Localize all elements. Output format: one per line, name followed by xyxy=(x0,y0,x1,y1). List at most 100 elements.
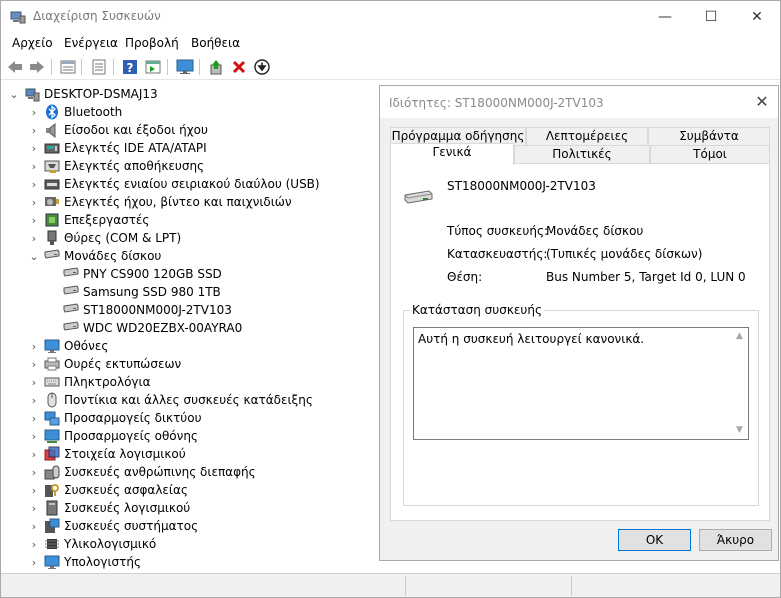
tab-general[interactable]: Γενικά xyxy=(390,143,514,165)
tree-category[interactable]: › Ποντίκια και άλλες συσκευές κατάδειξης xyxy=(29,391,313,409)
processor-icon xyxy=(44,212,60,228)
tab-details[interactable]: Λεπτομέρειες xyxy=(526,127,648,145)
tree-category[interactable]: › Οθόνες xyxy=(29,337,108,355)
back-icon[interactable] xyxy=(6,58,24,76)
tree-category[interactable]: › Συσκευές ασφαλείας xyxy=(29,481,188,499)
expand-arrow-icon[interactable]: › xyxy=(29,448,39,461)
update-driver-icon[interactable] xyxy=(207,58,225,76)
port-icon xyxy=(44,230,60,246)
expand-arrow-icon[interactable]: › xyxy=(29,142,39,155)
properties-view-icon[interactable] xyxy=(59,58,77,76)
tab-volumes[interactable]: Τόμοι xyxy=(650,145,770,163)
maximize-button[interactable]: ☐ xyxy=(688,1,734,32)
tree-category-label: Στοιχεία λογισμικού xyxy=(64,447,186,461)
menu-help[interactable]: Βοήθεια xyxy=(191,36,240,50)
cancel-button[interactable]: Άκυρο xyxy=(699,529,772,551)
tree-category[interactable]: › Προσαρμογείς οθόνης xyxy=(29,427,198,445)
tab-events[interactable]: Συμβάντα xyxy=(648,127,770,145)
expand-arrow-icon[interactable]: › xyxy=(29,160,39,173)
disk-drive-icon xyxy=(63,320,79,336)
tree-category[interactable]: › Υλικολογισμικό xyxy=(29,535,156,553)
tree-category[interactable]: › Ελεγκτές IDE ATA/ATAPI xyxy=(29,139,207,157)
monitor-icon[interactable] xyxy=(176,58,194,76)
tree-category[interactable]: › Υπολογιστής xyxy=(29,553,141,571)
tree-category[interactable]: › Στοιχεία λογισμικού xyxy=(29,445,186,463)
list-icon[interactable] xyxy=(90,58,108,76)
menu-file[interactable]: Αρχείο xyxy=(12,36,53,50)
location-value: Bus Number 5, Target Id 0, LUN 0 xyxy=(546,270,746,284)
ide-controller-icon xyxy=(44,140,60,156)
close-button[interactable]: ✕ xyxy=(734,1,780,32)
device-status-textbox[interactable]: Αυτή η συσκευή λειτουργεί κανονικά. ▲ ▼ xyxy=(413,327,749,440)
collapse-arrow-icon[interactable]: ⌄ xyxy=(29,250,39,263)
tree-root[interactable]: ⌄ DESKTOP-DSMAJ13 xyxy=(9,85,158,103)
expand-arrow-icon[interactable]: › xyxy=(29,484,39,497)
expand-arrow-icon[interactable]: › xyxy=(29,358,39,371)
expand-arrow-icon[interactable]: › xyxy=(29,232,39,245)
tree-device[interactable]: PNY CS900 120GB SSD xyxy=(63,265,222,283)
device-status-label: Κατάσταση συσκευής xyxy=(410,303,544,317)
expand-arrow-icon[interactable]: › xyxy=(29,430,39,443)
tree-category[interactable]: ⌄ Μονάδες δίσκου xyxy=(29,247,161,265)
hid-icon xyxy=(44,464,60,480)
tree-category[interactable]: › Είσοδοι και έξοδοι ήχου xyxy=(29,121,208,139)
toolbar: ? xyxy=(1,54,780,80)
help-icon[interactable]: ? xyxy=(121,58,139,76)
toolbar-separator xyxy=(167,59,168,75)
tree-category[interactable]: › Ελεγκτές ήχου, βίντεο και παιχνιδιών xyxy=(29,193,292,211)
menu-action[interactable]: Ενέργεια xyxy=(64,36,118,50)
minimize-button[interactable]: — xyxy=(642,1,688,32)
expand-arrow-icon[interactable]: › xyxy=(29,538,39,551)
system-device-icon xyxy=(44,518,60,534)
tree-category-label: Είσοδοι και έξοδοι ήχου xyxy=(64,123,208,137)
tree-category[interactable]: › Συσκευές συστήματος xyxy=(29,517,198,535)
tab-policies[interactable]: Πολιτικές xyxy=(514,145,650,163)
expand-arrow-icon[interactable]: › xyxy=(29,502,39,515)
tree-category[interactable]: › Επεξεργαστές xyxy=(29,211,150,229)
device-tree: ⌄ DESKTOP-DSMAJ13 › Bluetooth › Είσοδοι και… xyxy=(1,83,379,573)
expand-arrow-icon[interactable]: › xyxy=(29,412,39,425)
run-icon[interactable] xyxy=(144,58,162,76)
software-component-icon xyxy=(44,446,60,462)
expand-arrow-icon[interactable]: › xyxy=(29,196,39,209)
scroll-down-icon[interactable]: ▼ xyxy=(731,422,748,439)
dialog-close-button[interactable]: ✕ xyxy=(752,92,772,112)
tree-category-label: Υλικολογισμικό xyxy=(64,537,157,551)
tree-category[interactable]: › Προσαρμογείς δικτύου xyxy=(29,409,202,427)
tree-category[interactable]: › Συσκευές λογισμικού xyxy=(29,499,190,517)
expand-arrow-icon[interactable]: › xyxy=(29,376,39,389)
menu-view[interactable]: Προβολή xyxy=(125,36,179,50)
tree-category[interactable]: › Ελεγκτές αποθήκευσης xyxy=(29,157,204,175)
properties-dialog: Ιδιότητες: ST18000NM000J-2TV103 ✕ Πρόγρα… xyxy=(379,85,779,561)
download-icon[interactable] xyxy=(253,58,271,76)
expand-arrow-icon[interactable]: › xyxy=(29,394,39,407)
tree-category[interactable]: › Ελεγκτές ενιαίου σειριακού διαύλου (USB… xyxy=(29,175,320,193)
expand-arrow-icon[interactable]: › xyxy=(29,214,39,227)
forward-icon[interactable] xyxy=(28,58,46,76)
tree-category[interactable]: › Bluetooth xyxy=(29,103,122,121)
collapse-arrow-icon[interactable]: ⌄ xyxy=(9,88,19,101)
expand-arrow-icon[interactable]: › xyxy=(29,466,39,479)
tree-device[interactable]: WDC WD20EZBX-00AYRA0 xyxy=(63,319,242,337)
ok-button[interactable]: OK xyxy=(618,529,691,551)
expand-arrow-icon[interactable]: › xyxy=(29,106,39,119)
expand-arrow-icon[interactable]: › xyxy=(29,520,39,533)
uninstall-icon[interactable] xyxy=(230,58,248,76)
tree-category[interactable]: › Πληκτρολόγια xyxy=(29,373,151,391)
expand-arrow-icon[interactable]: › xyxy=(29,124,39,137)
expand-arrow-icon[interactable]: › xyxy=(29,556,39,569)
expand-arrow-icon[interactable]: › xyxy=(29,178,39,191)
tree-category-label: Υπολογιστής xyxy=(64,555,141,569)
scroll-up-icon[interactable]: ▲ xyxy=(731,328,748,345)
computer-icon xyxy=(24,86,40,102)
tree-category[interactable]: › Ουρές εκτυπώσεων xyxy=(29,355,181,373)
tree-device[interactable]: Samsung SSD 980 1TB xyxy=(63,283,221,301)
disk-drive-icon xyxy=(403,190,433,207)
expand-arrow-icon[interactable]: › xyxy=(29,340,39,353)
tree-category[interactable]: › Θύρες (COM & LPT) xyxy=(29,229,181,247)
general-tab-panel: ST18000NM000J-2TV103 Τύπος συσκευής: Μον… xyxy=(390,163,770,521)
storage-controller-icon xyxy=(44,158,60,174)
tree-device[interactable]: ST18000NM000J-2TV103 xyxy=(63,301,232,319)
status-scrollbar[interactable]: ▲ ▼ xyxy=(731,328,748,439)
tree-category[interactable]: › Συσκευές ανθρώπινης διεπαφής xyxy=(29,463,256,481)
